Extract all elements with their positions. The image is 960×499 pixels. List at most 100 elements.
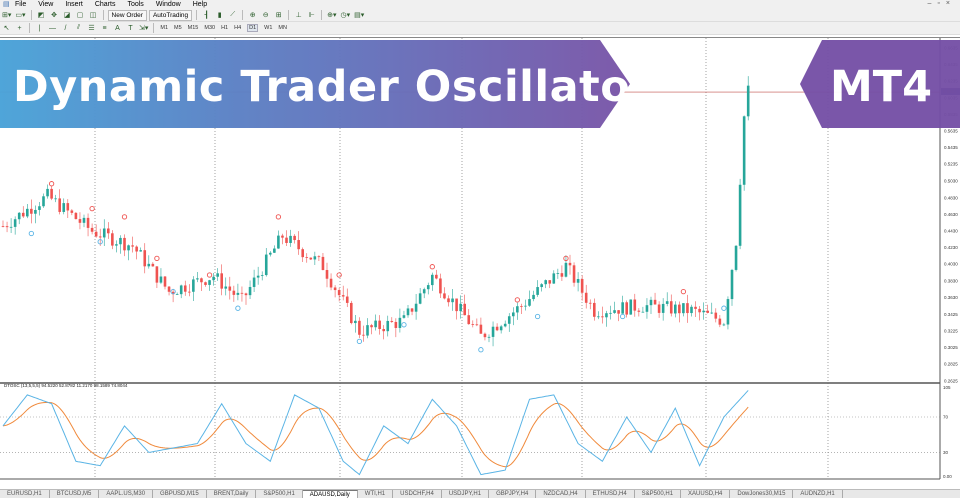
timeframe-h1[interactable]: H1 — [221, 25, 228, 31]
chart-tab[interactable]: XAUUSD,H4 — [681, 490, 731, 498]
fibonacci-icon[interactable]: ☰ — [86, 23, 97, 34]
tester-icon[interactable]: ◫ — [88, 10, 99, 21]
timeframe-mn[interactable]: MN — [278, 25, 287, 31]
candle-body — [746, 85, 750, 117]
candle-body — [362, 334, 365, 336]
cursor-icon[interactable]: ↖ — [1, 23, 12, 34]
candle-body — [669, 301, 673, 314]
menu-help[interactable]: Help — [193, 1, 207, 8]
chart-tab[interactable]: ETHUSD,H4 — [586, 490, 635, 498]
arrows-icon[interactable]: ⇲▾ — [138, 23, 149, 34]
window-controls[interactable]: –▫× — [928, 0, 956, 7]
candle-body — [374, 320, 377, 328]
price-tick-label: 0.3630 — [944, 295, 958, 300]
timeframe-m5[interactable]: M5 — [174, 25, 182, 31]
candle-body — [394, 321, 398, 328]
timeframe-w1[interactable]: W1 — [264, 25, 272, 31]
menu-file[interactable]: File — [15, 1, 26, 8]
timeframe-m30[interactable]: M30 — [204, 25, 215, 31]
vertical-line-icon[interactable]: | — [34, 23, 45, 34]
menu-insert[interactable]: Insert — [65, 1, 83, 8]
timeframe-m15[interactable]: M15 — [188, 25, 199, 31]
candle-body — [524, 305, 527, 307]
timeframe-h4[interactable]: H4 — [234, 25, 241, 31]
chart-tab[interactable]: S&P500,H1 — [256, 490, 303, 498]
candle-body — [309, 257, 313, 260]
data-window-icon[interactable]: ✥ — [49, 10, 60, 21]
chart-tab[interactable]: AUDNZD,H1 — [793, 490, 843, 498]
candle-body — [289, 235, 292, 243]
market-watch-icon[interactable]: ◩ — [36, 10, 47, 21]
terminal-icon[interactable]: ▢ — [75, 10, 86, 21]
signal-marker — [680, 288, 687, 295]
chart-tab[interactable]: BRENT,Daily — [207, 490, 257, 498]
chart-shift-icon[interactable]: ⊥ — [293, 10, 304, 21]
candle-body — [443, 293, 446, 299]
trendline-icon[interactable]: / — [60, 23, 71, 34]
price-tick-label: 0.5030 — [944, 179, 958, 184]
chart-tab[interactable]: USDCHF,H4 — [393, 490, 442, 498]
indicators-icon[interactable]: ⊕▾ — [326, 10, 337, 21]
candle-body — [507, 316, 511, 324]
chart-tab[interactable]: DowJones30,M15 — [730, 490, 794, 498]
menu-window[interactable]: Window — [156, 1, 181, 8]
candle-body — [552, 273, 556, 284]
periods-icon[interactable]: ◷▾ — [340, 10, 352, 21]
candle-body — [111, 233, 114, 246]
zoom-in-icon[interactable]: ⊕ — [247, 10, 258, 21]
menu-tools[interactable]: Tools — [127, 1, 143, 8]
chart-tab[interactable]: ADAUSD,Daily — [302, 490, 358, 498]
gann-icon[interactable]: ≡ — [99, 23, 110, 34]
chart-tab[interactable]: S&P500,H1 — [635, 490, 682, 498]
chart-tab[interactable]: WTI,H1 — [358, 490, 394, 498]
candle-body — [653, 299, 657, 305]
profiles-icon[interactable]: ▭▾ — [14, 10, 26, 21]
chart-tab[interactable]: EURUSD,H1 — [0, 490, 50, 498]
candle-body — [196, 278, 199, 280]
candle-body — [576, 279, 580, 283]
bar-chart-icon[interactable]: ┨ — [201, 10, 212, 21]
line-chart-icon[interactable]: ⟋ — [227, 10, 238, 21]
chart-tab[interactable]: AAPL.US,M30 — [99, 490, 154, 498]
menu-charts[interactable]: Charts — [95, 1, 116, 8]
channel-icon[interactable]: ⫽ — [73, 23, 84, 34]
chart-tabs: EURUSD,H1 BTCUSD,M5 AAPL.US,M30 GBPUSD,M15 B… — [0, 489, 960, 498]
crosshair-icon[interactable]: + — [14, 23, 25, 34]
signal-marker — [721, 305, 727, 311]
signal-marker — [275, 214, 282, 220]
candle-body — [439, 278, 442, 294]
candlestick-icon[interactable]: ▮ — [214, 10, 225, 21]
price-tick-label: 0.3830 — [944, 278, 958, 283]
chart-tab[interactable]: BTCUSD,M5 — [50, 490, 100, 498]
new-order-button[interactable]: New Order — [107, 9, 147, 21]
timeframe-d1[interactable]: D1 — [247, 24, 259, 32]
horizontal-line-icon[interactable]: — — [47, 23, 58, 34]
candle-body — [102, 228, 106, 238]
candle-body — [17, 212, 21, 220]
text-label-icon[interactable]: T — [125, 23, 136, 34]
autoscroll-icon[interactable]: ⊩ — [306, 10, 317, 21]
autotrading-button[interactable]: AutoTrading — [148, 9, 193, 21]
candle-body — [281, 235, 284, 238]
chart-tab[interactable]: GBPUSD,M15 — [153, 490, 207, 498]
signal-marker — [121, 214, 128, 220]
zoom-out-icon[interactable]: ⊖ — [260, 10, 271, 21]
chart-tab[interactable]: NZDCAD,H4 — [536, 490, 586, 498]
candle-body — [491, 326, 495, 337]
tile-windows-icon[interactable]: ⊞ — [273, 10, 284, 21]
new-chart-icon[interactable]: ⊞▾ — [1, 10, 12, 21]
candle-body — [350, 302, 353, 324]
timeframe-m1[interactable]: M1 — [160, 25, 168, 31]
text-icon[interactable]: A — [112, 23, 123, 34]
chart-tab[interactable]: GBPJPY,H4 — [489, 490, 537, 498]
templates-icon[interactable]: ▤▾ — [353, 10, 365, 21]
chart-tab[interactable]: USDJPY,H1 — [442, 490, 490, 498]
oscillator-level-label: 30 — [943, 450, 949, 455]
menu-view[interactable]: View — [38, 1, 53, 8]
candle-body — [200, 278, 203, 283]
signal-marker — [514, 297, 520, 303]
navigator-icon[interactable]: ◪ — [62, 10, 73, 21]
candle-body — [269, 252, 272, 255]
menu-bar: ▤ File View Insert Charts Tools Window H… — [0, 0, 960, 9]
candle-body — [228, 286, 232, 291]
